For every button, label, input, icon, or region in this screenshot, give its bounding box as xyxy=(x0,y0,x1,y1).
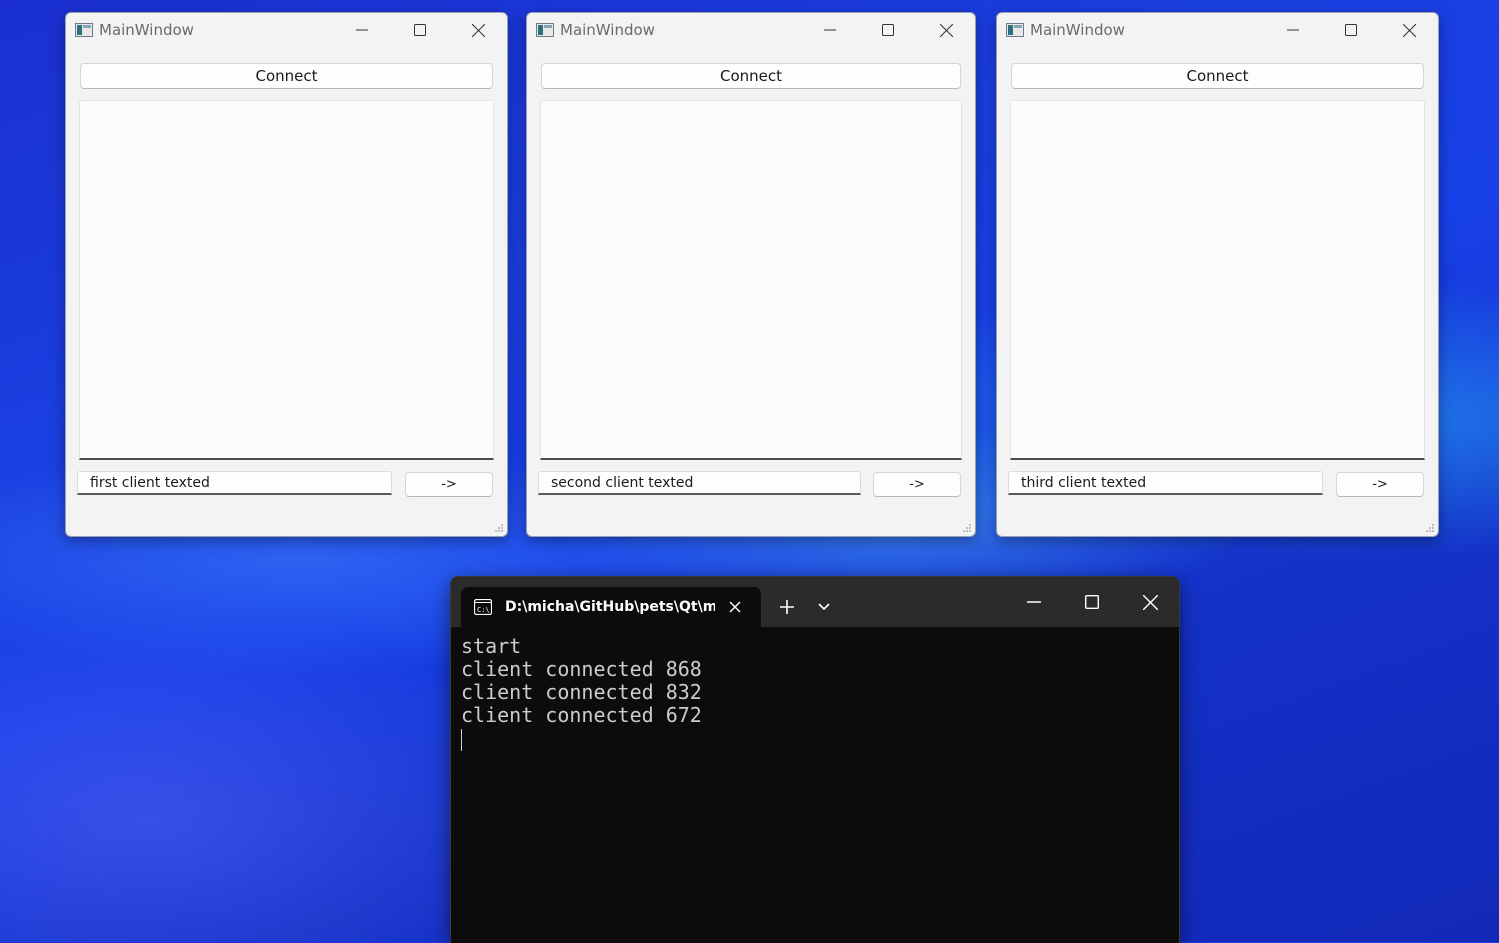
terminal-line: client connected 672 xyxy=(461,703,702,727)
app-icon xyxy=(1006,23,1024,37)
terminal-tab-bar[interactable]: C:\ D:\micha\GitHub\pets\Qt\me xyxy=(451,577,1179,627)
window-title: MainWindow xyxy=(99,21,194,39)
connect-button[interactable]: Connect xyxy=(541,63,961,89)
window-title: MainWindow xyxy=(560,21,655,39)
terminal-output[interactable]: start client connected 868 client connec… xyxy=(451,627,1179,764)
minimize-button[interactable] xyxy=(333,13,391,47)
maximize-button[interactable] xyxy=(859,13,917,47)
maximize-icon xyxy=(882,24,894,36)
terminal-tab[interactable]: C:\ D:\micha\GitHub\pets\Qt\me xyxy=(461,587,761,627)
title-bar[interactable]: MainWindow xyxy=(527,13,975,47)
terminal-line: start xyxy=(461,634,522,658)
terminal-line: client connected 832 xyxy=(461,680,702,704)
terminal-minimize-button[interactable] xyxy=(1005,577,1063,627)
resize-grip-icon[interactable] xyxy=(494,523,504,533)
terminal-close-button[interactable] xyxy=(1121,577,1179,627)
maximize-button[interactable] xyxy=(391,13,449,47)
maximize-button[interactable] xyxy=(1322,13,1380,47)
title-bar[interactable]: MainWindow xyxy=(66,13,507,47)
chevron-down-icon[interactable] xyxy=(815,599,833,615)
tab-close-icon[interactable] xyxy=(727,599,743,615)
app-icon xyxy=(75,23,93,37)
svg-text:C:\: C:\ xyxy=(477,606,490,614)
text-cursor xyxy=(461,729,462,751)
close-icon xyxy=(1142,594,1158,610)
terminal-window: C:\ D:\micha\GitHub\pets\Qt\me start cli… xyxy=(450,576,1180,943)
maximize-icon xyxy=(414,24,426,36)
terminal-line: client connected 868 xyxy=(461,657,702,681)
close-icon xyxy=(939,23,953,37)
message-input[interactable]: third client texted xyxy=(1008,471,1323,495)
new-tab-plus-icon[interactable] xyxy=(777,597,797,617)
client-window-3: MainWindow Connect third client texted -… xyxy=(996,12,1439,537)
send-button[interactable]: -> xyxy=(873,472,961,497)
connect-button[interactable]: Connect xyxy=(80,63,493,89)
minimize-icon xyxy=(1287,29,1299,31)
app-icon xyxy=(536,23,554,37)
connect-button[interactable]: Connect xyxy=(1011,63,1424,89)
chat-log[interactable] xyxy=(540,100,962,460)
cmd-icon: C:\ xyxy=(474,599,492,615)
client-window-1: MainWindow Connect first client texted -… xyxy=(65,12,508,537)
resize-grip-icon[interactable] xyxy=(1425,523,1435,533)
message-input[interactable]: first client texted xyxy=(77,471,392,495)
window-title: MainWindow xyxy=(1030,21,1125,39)
minimize-button[interactable] xyxy=(1264,13,1322,47)
message-input[interactable]: second client texted xyxy=(538,471,861,495)
minimize-icon xyxy=(356,29,368,31)
close-button[interactable] xyxy=(1380,13,1438,47)
minimize-icon xyxy=(824,29,836,31)
chat-log[interactable] xyxy=(79,100,494,460)
close-button[interactable] xyxy=(449,13,507,47)
minimize-button[interactable] xyxy=(801,13,859,47)
chat-log[interactable] xyxy=(1010,100,1425,460)
maximize-icon xyxy=(1085,595,1099,609)
close-button[interactable] xyxy=(917,13,975,47)
resize-grip-icon[interactable] xyxy=(962,523,972,533)
send-button[interactable]: -> xyxy=(1336,472,1424,497)
terminal-tab-title: D:\micha\GitHub\pets\Qt\me xyxy=(505,599,715,615)
title-bar[interactable]: MainWindow xyxy=(997,13,1438,47)
client-window-2: MainWindow Connect second client texted … xyxy=(526,12,976,537)
send-button[interactable]: -> xyxy=(405,472,493,497)
close-icon xyxy=(471,23,485,37)
maximize-icon xyxy=(1345,24,1357,36)
close-icon xyxy=(1402,23,1416,37)
terminal-maximize-button[interactable] xyxy=(1063,577,1121,627)
minimize-icon xyxy=(1027,601,1041,603)
